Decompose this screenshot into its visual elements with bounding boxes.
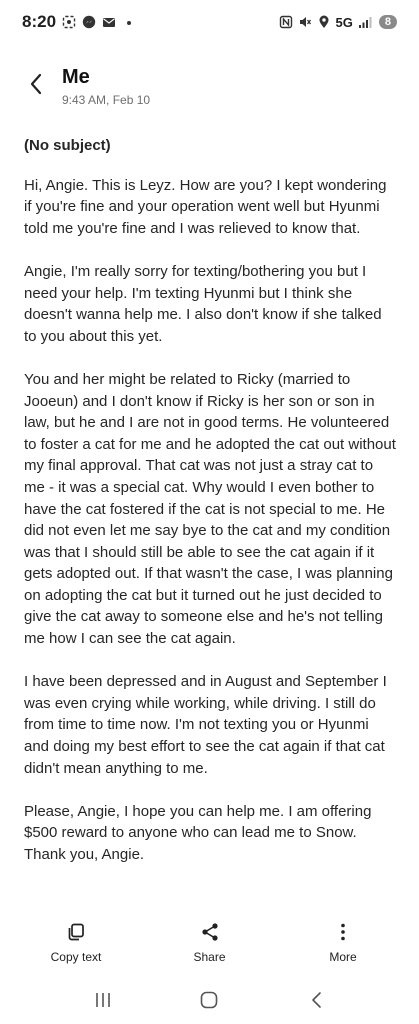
message-paragraph: I have been depressed and in August and …	[24, 673, 387, 777]
message-paragraph: You and her might be related to Ricky (m…	[24, 370, 396, 648]
message-subject: (No subject)	[24, 137, 111, 154]
messenger-icon	[82, 15, 96, 29]
message-paragraph: Please, Angie, I hope you can help me. I…	[24, 802, 372, 863]
status-right: 5G 8	[279, 15, 397, 30]
copy-text-button[interactable]: Copy text	[38, 920, 114, 972]
home-button[interactable]	[196, 987, 222, 1013]
message-paragraph: Hi, Angie. This is Leyz. How are you? I …	[24, 176, 387, 237]
back-button[interactable]	[22, 70, 50, 98]
message-header: Me 9:43 AM, Feb 10	[0, 62, 419, 114]
copy-icon	[64, 920, 88, 944]
message-detail-screen: 8:20 5G 8 Me 9:43 AM, Feb 10 (No subject…	[0, 0, 419, 1024]
message-body: (No subject) Hi, Angie. This is Leyz. Ho…	[24, 135, 396, 887]
dot-icon	[122, 15, 136, 29]
share-icon	[198, 920, 222, 944]
action-bar: Copy text Share More	[0, 920, 419, 972]
back-nav-icon	[312, 992, 321, 1008]
location-icon	[317, 15, 331, 29]
more-label: More	[329, 950, 357, 964]
sender-name: Me	[62, 66, 90, 88]
recents-icon	[96, 993, 110, 1007]
status-bar: 8:20 5G 8	[0, 0, 419, 44]
copy-text-label: Copy text	[50, 950, 102, 964]
screenshot-icon	[62, 15, 76, 29]
more-vertical-icon	[331, 920, 355, 944]
nfc-icon	[279, 15, 293, 29]
status-left: 8:20	[22, 12, 136, 32]
message-paragraph: Angie, I'm really sorry for texting/both…	[24, 262, 382, 345]
share-button[interactable]: Share	[172, 920, 248, 972]
email-icon	[102, 15, 116, 29]
message-date: 9:43 AM, Feb 10	[62, 93, 151, 107]
share-label: Share	[193, 950, 226, 964]
status-time: 8:20	[22, 12, 57, 31]
more-button[interactable]: More	[305, 920, 381, 972]
system-nav-bar	[0, 980, 419, 1020]
battery-badge: 8	[378, 15, 397, 29]
network-label: 5G	[335, 14, 353, 30]
chevron-left-icon	[30, 73, 42, 95]
recents-button[interactable]	[90, 987, 116, 1013]
signal-icon	[358, 15, 372, 29]
mute-icon	[298, 15, 312, 29]
back-nav-button[interactable]	[303, 987, 329, 1013]
home-icon	[201, 991, 218, 1009]
